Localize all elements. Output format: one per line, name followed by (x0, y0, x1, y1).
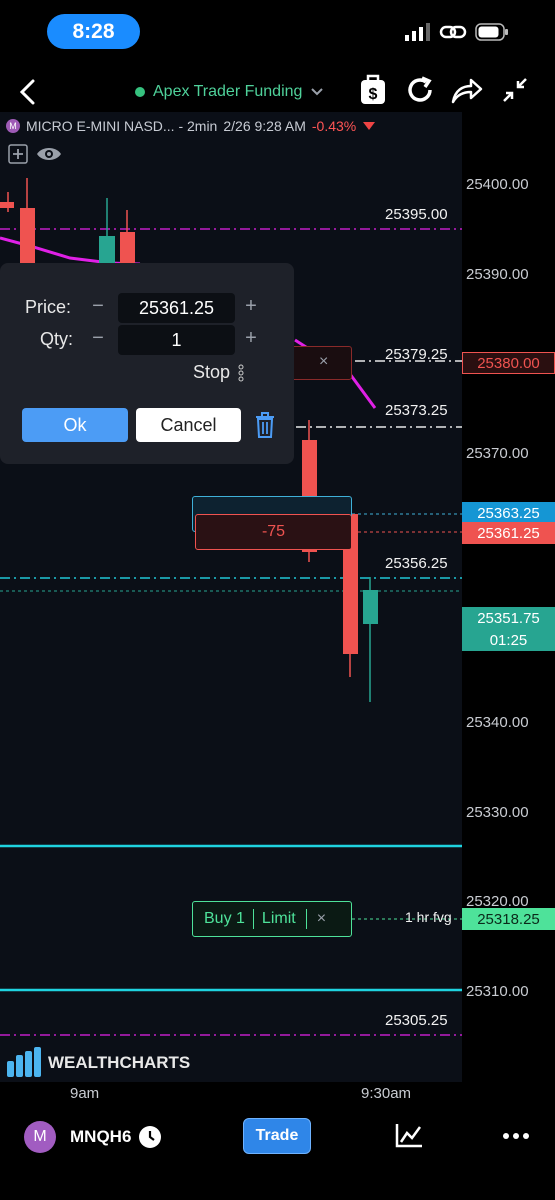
symbol-badge: M (6, 119, 20, 133)
ok-button[interactable]: Ok (22, 408, 128, 442)
price-tick: 25310.00 (466, 983, 529, 1000)
status-time: 8:28 (47, 14, 140, 49)
fvg-label: 1 hr fvg (405, 909, 452, 925)
collapse-icon (503, 78, 527, 102)
candle-up (99, 236, 115, 264)
more-button[interactable] (503, 1126, 529, 1151)
candle-up (363, 590, 378, 624)
candle-countdown: 01:25 (462, 629, 555, 651)
chart-datetime: 2/26 9:28 AM (223, 118, 306, 134)
share-button[interactable] (449, 72, 485, 108)
eye-icon[interactable] (36, 145, 62, 163)
buy-limit-order[interactable]: Buy 1 Limit × (192, 901, 352, 937)
time-label-930am: 9:30am (361, 1085, 412, 1102)
wealthcharts-logo: WEALTHCHARTS (6, 1047, 190, 1079)
chart-title[interactable]: M MICRO E-MINI NASD... - 2min 2/26 9:28 … (6, 118, 376, 134)
price-tick: 25400.00 (466, 176, 529, 193)
order-price-tag: 25363.25 (462, 502, 555, 524)
level-label-25356: 25356.25 (385, 555, 448, 572)
status-icons (405, 20, 509, 44)
svg-text:$: $ (369, 86, 378, 103)
signal-icon (405, 23, 430, 41)
cancel-order-icon[interactable]: × (317, 910, 326, 928)
price-change: -0.43% (311, 118, 357, 134)
buy-order-type: Limit (261, 910, 296, 927)
order-type-label: Stop (193, 362, 231, 382)
clock-button[interactable] (137, 1124, 163, 1155)
level-label-25379: 25379.25 (385, 346, 448, 363)
back-button[interactable] (12, 76, 44, 108)
chevron-down-icon (311, 88, 324, 96)
collapse-button[interactable] (497, 72, 533, 108)
more-vertical-icon (238, 364, 244, 381)
share-icon (451, 78, 483, 104)
trade-button[interactable]: Trade (243, 1118, 311, 1154)
clock-icon (139, 1126, 161, 1148)
account-name: Apex Trader Funding (153, 83, 303, 100)
battery-icon (475, 23, 508, 41)
account-status-dot (135, 87, 145, 97)
price-decrement-button[interactable]: − (87, 295, 109, 318)
qty-label: Qty: (40, 329, 74, 349)
trash-icon (256, 412, 274, 438)
candle-down (120, 232, 135, 264)
buy-limit-price-tag: 25318.25 (462, 908, 555, 930)
cancel-button[interactable]: Cancel (136, 408, 241, 442)
price-increment-button[interactable]: + (240, 295, 262, 318)
back-icon (19, 79, 35, 105)
price-tick: 25370.00 (466, 445, 529, 462)
add-indicator-icon[interactable] (8, 144, 28, 164)
logo-text: WEALTHCHARTS (48, 1053, 191, 1072)
last-price-tag: 25351.75 (462, 607, 555, 629)
order-type-selector[interactable]: Stop (193, 362, 244, 383)
position-price-tag: 25361.25 (462, 522, 555, 544)
divider (252, 909, 254, 929)
close-icon[interactable]: × (319, 353, 328, 371)
dollar-bag-button[interactable]: $ (355, 72, 391, 108)
account-selector[interactable]: Apex Trader Funding (135, 78, 324, 106)
caret-down-icon (363, 122, 376, 130)
level-label-25395: 25395.00 (385, 206, 448, 223)
position-pnl[interactable]: -75 (195, 514, 352, 550)
price-tick: 25340.00 (466, 714, 529, 731)
price-chart[interactable]: M MICRO E-MINI NASD... - 2min 2/26 9:28 … (0, 112, 555, 1082)
link-icon (439, 25, 467, 39)
candle-down (20, 208, 35, 264)
price-tick: 25330.00 (466, 804, 529, 821)
instrument-name: MICRO E-MINI NASD... - 2min (26, 118, 218, 134)
price-input[interactable]: 25361.25 (118, 293, 235, 323)
refresh-button[interactable] (402, 72, 438, 108)
qty-decrement-button[interactable]: − (87, 327, 109, 350)
symbol-avatar[interactable]: M (24, 1121, 56, 1153)
delete-order-button[interactable] (254, 411, 276, 444)
price-tick: 25390.00 (466, 266, 529, 283)
qty-increment-button[interactable]: + (240, 327, 262, 350)
level-label-25373: 25373.25 (385, 402, 448, 419)
more-horizontal-icon (503, 1133, 529, 1139)
qty-input[interactable]: 1 (118, 325, 235, 355)
dollar-bag-icon: $ (361, 74, 385, 104)
stop-price-tag: 25380.00 (462, 352, 555, 374)
symbol-name[interactable]: MNQH6 (70, 1127, 131, 1147)
logo-icon (7, 1047, 41, 1077)
level-label-25305: 25305.25 (385, 1012, 448, 1029)
order-dialog: Price: − 25361.25 + Qty: − 1 + Stop Ok C… (0, 263, 294, 464)
line-chart-icon (395, 1124, 422, 1148)
time-label-9am: 9am (70, 1085, 100, 1102)
buy-order-qty: Buy 1 (204, 910, 245, 927)
chart-tools (8, 144, 62, 164)
candle-down (0, 202, 14, 208)
refresh-icon (408, 76, 432, 102)
divider (305, 909, 307, 929)
chart-type-button[interactable] (394, 1121, 424, 1154)
price-label: Price: (25, 297, 72, 317)
